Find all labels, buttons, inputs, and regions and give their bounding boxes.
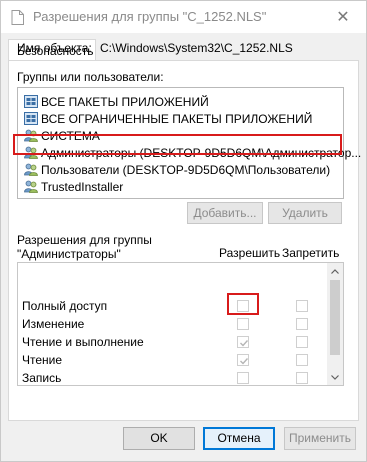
- list-item[interactable]: TrustedInstaller: [24, 178, 123, 195]
- table-row: Чтение и выполнение: [18, 333, 328, 351]
- list-item-label: TrustedInstaller: [41, 179, 124, 194]
- list-item[interactable]: ВСЕ ОГРАНИЧЕННЫЕ ПАКЕТЫ ПРИЛОЖЕНИЙ: [24, 110, 312, 127]
- allow-checkbox-checked[interactable]: [237, 336, 249, 348]
- users-icon: [24, 163, 38, 176]
- chevron-up-icon: [331, 268, 339, 274]
- deny-checkbox[interactable]: [296, 372, 308, 384]
- object-name-value: C:\Windows\System32\C_1252.NLS: [100, 41, 293, 55]
- remove-button[interactable]: Удалить: [268, 202, 342, 224]
- object-name-label: Имя объекта:: [17, 41, 92, 55]
- permission-name: Изменение: [22, 317, 85, 331]
- table-row: Запись: [18, 369, 328, 387]
- allow-checkbox[interactable]: [237, 318, 249, 330]
- list-item-label: Пользователи (DESKTOP-9D5D6QM\Пользовате…: [41, 162, 331, 177]
- permission-name: Полный доступ: [22, 299, 108, 313]
- package-icon: [24, 95, 38, 108]
- allow-checkbox-checked[interactable]: [237, 354, 249, 366]
- ok-button[interactable]: OK: [123, 427, 195, 450]
- permissions-table[interactable]: Полный доступ Изменение Чтение и выполне…: [17, 262, 344, 386]
- deny-checkbox[interactable]: [296, 300, 308, 312]
- allow-checkbox[interactable]: [237, 372, 249, 384]
- title-bar: Разрешения для группы "C_1252.NLS" ✕: [1, 1, 366, 33]
- object-name-row: Имя объекта: C:\Windows\System32\C_1252.…: [17, 41, 293, 55]
- checkmark-icon: [240, 340, 249, 347]
- permissions-title-line1: Разрешения для группы: [17, 233, 152, 247]
- table-row: Изменение: [18, 315, 328, 333]
- apply-button[interactable]: Применить: [284, 427, 356, 450]
- deny-checkbox[interactable]: [296, 354, 308, 366]
- list-item-label: ВСЕ ПАКЕТЫ ПРИЛОЖЕНИЙ: [41, 94, 209, 109]
- deny-checkbox[interactable]: [296, 318, 308, 330]
- window-title: Разрешения для группы "C_1252.NLS": [33, 9, 267, 24]
- checkbox-highlight: [227, 293, 259, 315]
- list-item[interactable]: Пользователи (DESKTOP-9D5D6QM\Пользовате…: [24, 161, 330, 178]
- list-item-label: ВСЕ ОГРАНИЧЕННЫЕ ПАКЕТЫ ПРИЛОЖЕНИЙ: [41, 111, 313, 126]
- groups-label: Группы или пользователи:: [17, 70, 164, 84]
- checkmark-icon: [240, 358, 249, 365]
- file-icon: [11, 10, 24, 25]
- cancel-button[interactable]: Отмена: [203, 427, 275, 450]
- scroll-down-button[interactable]: [327, 369, 343, 385]
- deny-checkbox[interactable]: [296, 336, 308, 348]
- permission-name: Чтение и выполнение: [22, 335, 144, 349]
- selection-highlight: [13, 134, 342, 155]
- list-item[interactable]: ВСЕ ПАКЕТЫ ПРИЛОЖЕНИЙ: [24, 93, 209, 110]
- permission-name: Запись: [22, 371, 62, 385]
- permission-name: Чтение: [22, 353, 63, 367]
- add-button[interactable]: Добавить...: [187, 202, 263, 224]
- scroll-up-button[interactable]: [327, 263, 343, 279]
- deny-column-header: Запретить: [282, 246, 340, 260]
- table-row: Чтение: [18, 351, 328, 369]
- close-button[interactable]: ✕: [320, 1, 366, 33]
- chevron-down-icon: [331, 374, 339, 380]
- permissions-dialog: Разрешения для группы "C_1252.NLS" ✕ Без…: [0, 0, 367, 462]
- users-icon: [24, 180, 38, 193]
- package-icon: [24, 112, 38, 125]
- permissions-title: Разрешения для группы "Администраторы": [17, 233, 152, 261]
- close-icon: ✕: [336, 9, 350, 26]
- vertical-scrollbar[interactable]: [327, 263, 343, 385]
- allow-column-header: Разрешить: [219, 246, 281, 260]
- scroll-thumb[interactable]: [330, 280, 340, 355]
- table-row: Полный доступ: [18, 297, 328, 315]
- permissions-title-line2: "Администраторы": [17, 247, 121, 261]
